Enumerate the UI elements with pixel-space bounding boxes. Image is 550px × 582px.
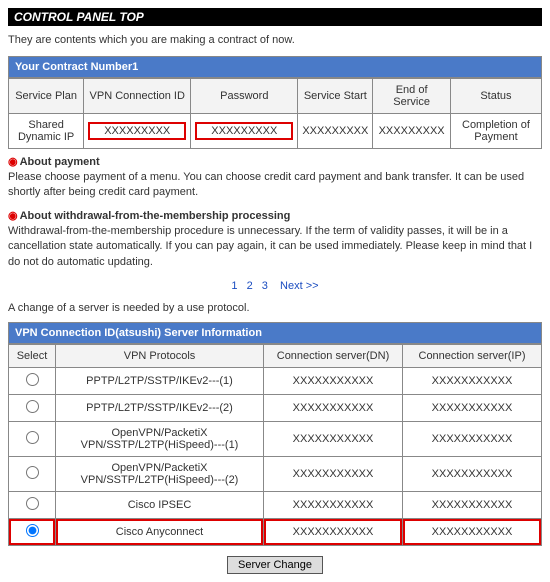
server-change-button[interactable]: Server Change xyxy=(227,556,323,574)
th-vpnid: VPN Connection ID xyxy=(84,79,191,114)
cell-protocol: OpenVPN/PacketiX VPN/SSTP/L2TP(HiSpeed)-… xyxy=(56,456,264,491)
server-select-radio[interactable] xyxy=(26,524,39,537)
cell-select xyxy=(9,394,56,421)
pager-next[interactable]: Next >> xyxy=(280,280,319,292)
contract-caption: Your Contract Number1 xyxy=(8,56,542,78)
server-row: PPTP/L2TP/SSTP/IKEv2---(2)XXXXXXXXXXXXXX… xyxy=(9,394,542,421)
cell-dn: XXXXXXXXXXX xyxy=(264,421,403,456)
server-select-radio[interactable] xyxy=(26,400,39,413)
th-dn: Connection server(DN) xyxy=(264,344,403,367)
about-payment-title-text: About payment xyxy=(20,156,100,168)
server-row: Cisco IPSECXXXXXXXXXXXXXXXXXXXXXX xyxy=(9,491,542,518)
server-select-radio[interactable] xyxy=(26,431,39,444)
cell-protocol: PPTP/L2TP/SSTP/IKEv2---(2) xyxy=(56,394,264,421)
cell-ip: XXXXXXXXXXX xyxy=(403,491,542,518)
about-withdrawal-body: Withdrawal-from-the-membership procedure… xyxy=(8,224,542,270)
server-select-radio[interactable] xyxy=(26,497,39,510)
th-select: Select xyxy=(9,344,56,367)
cell-ip: XXXXXXXXXXX xyxy=(403,518,542,545)
page-title: CONTROL PANEL TOP xyxy=(8,8,542,26)
cell-status: Completion of Payment xyxy=(450,114,541,149)
server-table: Select VPN Protocols Connection server(D… xyxy=(8,344,542,546)
cell-dn: XXXXXXXXXXX xyxy=(264,491,403,518)
cell-dn: XXXXXXXXXXX xyxy=(264,367,403,394)
cell-ip: XXXXXXXXXXX xyxy=(403,421,542,456)
cell-protocol: OpenVPN/PacketiX VPN/SSTP/L2TP(HiSpeed)-… xyxy=(56,421,264,456)
server-row: OpenVPN/PacketiX VPN/SSTP/L2TP(HiSpeed)-… xyxy=(9,456,542,491)
cell-select xyxy=(9,421,56,456)
contract-row: Shared Dynamic IP XXXXXXXXX XXXXXXXXX XX… xyxy=(9,114,542,149)
cell-dn: XXXXXXXXXXX xyxy=(264,394,403,421)
cell-ip: XXXXXXXXXXX xyxy=(403,394,542,421)
cell-ip: XXXXXXXXXXX xyxy=(403,456,542,491)
about-withdrawal-title-text: About withdrawal-from-the-membership pro… xyxy=(20,210,291,222)
th-protocols: VPN Protocols xyxy=(56,344,264,367)
server-row: Cisco AnyconnectXXXXXXXXXXXXXXXXXXXXXX xyxy=(9,518,542,545)
th-password: Password xyxy=(191,79,298,114)
contract-table: Service Plan VPN Connection ID Password … xyxy=(8,78,542,149)
server-row: OpenVPN/PacketiX VPN/SSTP/L2TP(HiSpeed)-… xyxy=(9,421,542,456)
password-highlight: XXXXXXXXX xyxy=(195,122,293,140)
pager: 1 2 3 Next >> xyxy=(8,280,542,292)
cell-dn: XXXXXXXXXXX xyxy=(264,456,403,491)
pager-3[interactable]: 3 xyxy=(262,280,268,292)
about-payment-title: ◉About payment xyxy=(8,155,542,168)
th-ip: Connection server(IP) xyxy=(403,344,542,367)
vpnid-highlight: XXXXXXXXX xyxy=(88,122,186,140)
cell-password: XXXXXXXXX xyxy=(191,114,298,149)
cell-protocol: PPTP/L2TP/SSTP/IKEv2---(1) xyxy=(56,367,264,394)
bullet-icon: ◉ xyxy=(8,156,18,168)
th-end: End of Service xyxy=(373,79,451,114)
th-start: Service Start xyxy=(298,79,373,114)
th-plan: Service Plan xyxy=(9,79,84,114)
cell-end: XXXXXXXXX xyxy=(373,114,451,149)
server-row: PPTP/L2TP/SSTP/IKEv2---(1)XXXXXXXXXXXXXX… xyxy=(9,367,542,394)
cell-dn: XXXXXXXXXXX xyxy=(264,518,403,545)
cell-plan: Shared Dynamic IP xyxy=(9,114,84,149)
th-status: Status xyxy=(450,79,541,114)
pager-1[interactable]: 1 xyxy=(231,280,237,292)
about-payment-body: Please choose payment of a menu. You can… xyxy=(8,170,542,201)
cell-protocol: Cisco Anyconnect xyxy=(56,518,264,545)
cell-select xyxy=(9,367,56,394)
server-caption: VPN Connection ID(atsushi) Server Inform… xyxy=(8,322,542,344)
cell-select xyxy=(9,456,56,491)
cell-protocol: Cisco IPSEC xyxy=(56,491,264,518)
cell-ip: XXXXXXXXXXX xyxy=(403,367,542,394)
cell-select xyxy=(9,518,56,545)
server-select-radio[interactable] xyxy=(26,466,39,479)
cell-select xyxy=(9,491,56,518)
cell-vpnid: XXXXXXXXX xyxy=(84,114,191,149)
pager-2[interactable]: 2 xyxy=(247,280,253,292)
server-select-radio[interactable] xyxy=(26,373,39,386)
about-withdrawal-title: ◉About withdrawal-from-the-membership pr… xyxy=(8,209,542,222)
cell-start: XXXXXXXXX xyxy=(298,114,373,149)
bullet-icon: ◉ xyxy=(8,210,18,222)
change-note: A change of a server is needed by a use … xyxy=(8,302,542,314)
intro-text: They are contents which you are making a… xyxy=(8,34,542,46)
